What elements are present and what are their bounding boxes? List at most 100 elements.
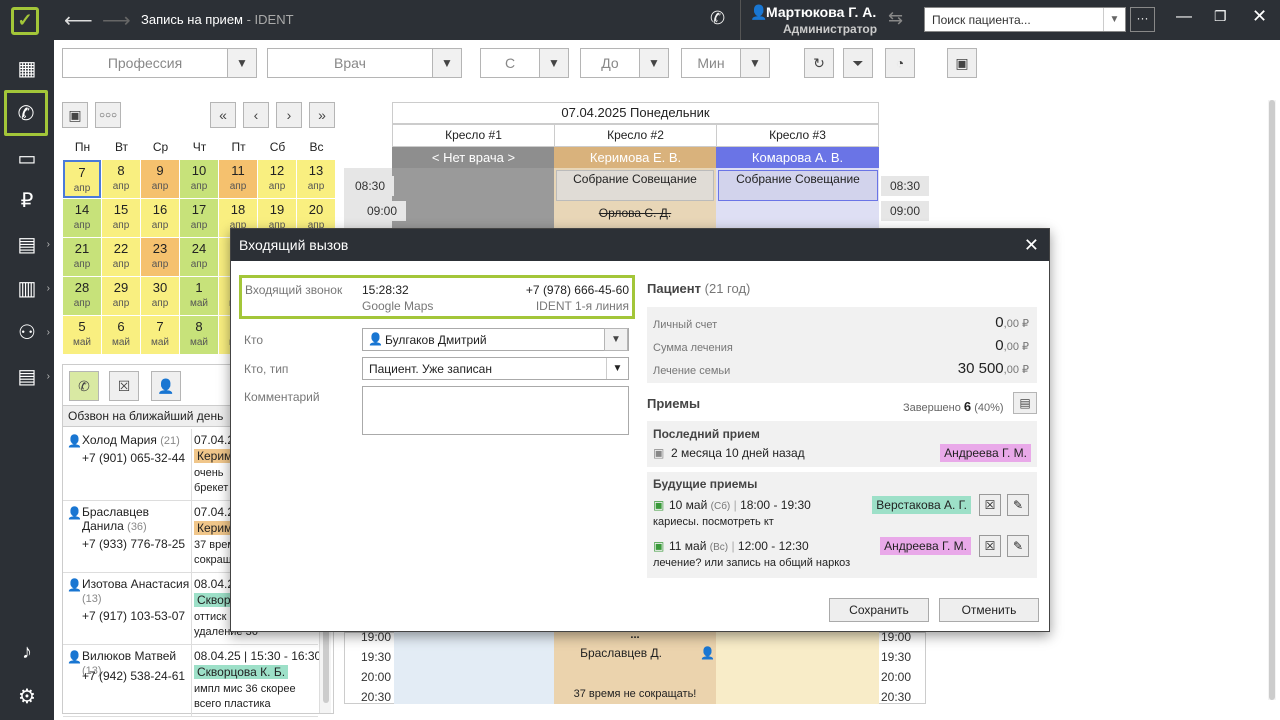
calendar-day[interactable]: 5 май: [63, 316, 101, 354]
appointment-braslavtsev[interactable]: Браславцев Д.: [556, 646, 686, 660]
cancel-visit-icon[interactable]: ☒: [979, 494, 1001, 516]
meeting-block[interactable]: Собрание Совещание: [556, 170, 714, 201]
time-label: 19:30: [360, 650, 392, 664]
list-item[interactable]: 👤 Вилюков Матвей (13) +7 (942) 538-24-61 08…: [63, 645, 321, 717]
phone-icon[interactable]: ✆: [710, 8, 725, 29]
future-visit[interactable]: ▣ 11 май (Вс) | 12:00 - 12:30 Андреева Г. …: [647, 535, 1037, 575]
incoming-call-icon[interactable]: ✆: [4, 90, 48, 136]
prev-week-icon[interactable]: ‹: [243, 102, 269, 128]
calendar-day[interactable]: 14 апр: [63, 199, 101, 237]
time-label: 20:00: [881, 670, 912, 684]
edit-visit-icon[interactable]: ✎: [1007, 494, 1029, 516]
next-week-icon[interactable]: ›: [276, 102, 302, 128]
future-visit[interactable]: ▣ 10 май (Сб) | 18:00 - 19:30 Верстакова А…: [647, 494, 1037, 534]
calendar-day[interactable]: 21 апр: [63, 238, 101, 276]
visit-date: 08.04.2: [194, 577, 235, 591]
patients-icon[interactable]: ⚇ ›: [0, 310, 54, 354]
ruble-icon[interactable]: ₽: [0, 178, 54, 222]
forward-icon[interactable]: ⟶: [102, 8, 131, 33]
calendar-day[interactable]: 7 май: [141, 316, 179, 354]
schedule-icon[interactable]: ▦: [0, 46, 54, 90]
logout-icon[interactable]: ⇆: [888, 8, 903, 29]
from-filter[interactable]: С: [480, 48, 540, 78]
calendar-day[interactable]: 8 апр: [102, 160, 140, 198]
calendar-day[interactable]: 13 апр: [297, 160, 335, 198]
meeting-block[interactable]: Собрание Совещание: [718, 170, 878, 201]
chevron-down-icon[interactable]: ▼: [740, 48, 770, 78]
chair-doctor[interactable]: Комарова А. В.: [716, 147, 879, 168]
chevron-down-icon[interactable]: ▼: [432, 48, 462, 78]
type-select[interactable]: Пациент. Уже записан ▼: [362, 357, 629, 380]
documents-icon[interactable]: ▤ ›: [0, 354, 54, 398]
print-schedule-icon[interactable]: ▣: [947, 48, 977, 78]
patient-search[interactable]: Поиск пациента... ▼: [924, 7, 1126, 32]
more-button[interactable]: ···: [1130, 7, 1155, 32]
doctor-filter[interactable]: Врач: [267, 48, 433, 78]
appointment-orlova[interactable]: Орлова С. Д.: [556, 203, 714, 223]
person-icon: 👤: [700, 646, 715, 660]
chevron-down-icon[interactable]: ▼: [539, 48, 569, 78]
calendar-day[interactable]: 1 май: [180, 277, 218, 315]
patient-name: Холод Мария (21): [82, 433, 180, 447]
user-role: Администратор: [783, 22, 878, 36]
close-icon[interactable]: ✕: [1024, 229, 1039, 261]
profession-filter[interactable]: Профессия: [62, 48, 228, 78]
user-search-icon[interactable]: 👤: [151, 371, 181, 401]
calendar-day[interactable]: 17 апр: [180, 199, 218, 237]
patient-card-icon[interactable]: ▤: [1013, 392, 1037, 414]
calendar-day[interactable]: 11 апр: [219, 160, 257, 198]
calendar-day[interactable]: 24 апр: [180, 238, 218, 276]
calendar-day[interactable]: 16 апр: [141, 199, 179, 237]
chat-icon[interactable]: ▭: [0, 136, 54, 180]
more-icon[interactable]: ○○○: [95, 102, 121, 128]
chevron-down-icon[interactable]: ▼: [604, 328, 628, 351]
bell-icon[interactable]: ♪: [0, 630, 54, 674]
last-visit-when: 2 месяца 10 дней назад: [671, 446, 805, 460]
refresh-icon[interactable]: ↻: [804, 48, 834, 78]
today-icon[interactable]: ▣: [62, 102, 88, 128]
calendar-day[interactable]: 8 май: [180, 316, 218, 354]
chair-doctor[interactable]: Керимова Е. В.: [554, 147, 717, 168]
cancel-visit-icon[interactable]: ☒: [979, 535, 1001, 557]
clear-filter-icon[interactable]: ⏷: [843, 48, 873, 78]
chair-doctor[interactable]: < Нет врача >: [392, 147, 555, 168]
prev-month-icon[interactable]: «: [210, 102, 236, 128]
weekday-header: Вт: [102, 136, 141, 158]
scrollbar[interactable]: [1268, 100, 1276, 700]
cancelled-icon[interactable]: ☒: [109, 371, 139, 401]
calendar-icon: ▣: [653, 539, 665, 553]
calendar-day[interactable]: 30 апр: [141, 277, 179, 315]
call-list-icon[interactable]: ✆: [69, 371, 99, 401]
chevron-down-icon[interactable]: ▼: [606, 358, 628, 379]
calendar-list-icon[interactable]: ▤ ›: [0, 222, 54, 266]
calendar-day[interactable]: 29 апр: [102, 277, 140, 315]
calendar-day[interactable]: 10 апр: [180, 160, 218, 198]
to-filter[interactable]: До: [580, 48, 640, 78]
calendar-day[interactable]: 23 апр: [141, 238, 179, 276]
gear-icon[interactable]: ⚙: [0, 674, 54, 718]
calendar-day[interactable]: 6 май: [102, 316, 140, 354]
calendar-day[interactable]: 15 апр: [102, 199, 140, 237]
calendar-day[interactable]: 9 апр: [141, 160, 179, 198]
cancel-button[interactable]: Отменить: [939, 598, 1039, 622]
maximize-button[interactable]: ❐: [1214, 8, 1227, 25]
back-icon[interactable]: ⟵: [64, 8, 93, 33]
calendar-day[interactable]: 22 апр: [102, 238, 140, 276]
next-month-icon[interactable]: »: [309, 102, 335, 128]
close-button[interactable]: ✕: [1252, 6, 1267, 27]
edit-visit-icon[interactable]: ✎: [1007, 535, 1029, 557]
calendar-day[interactable]: 12 апр: [258, 160, 296, 198]
calendar-day[interactable]: 28 апр: [63, 277, 101, 315]
chevron-down-icon[interactable]: ▼: [227, 48, 257, 78]
chevron-down-icon[interactable]: ▼: [1103, 8, 1125, 31]
save-button[interactable]: Сохранить: [829, 598, 929, 622]
visit-date: 07.04.2: [194, 433, 235, 447]
min-filter[interactable]: Мин: [681, 48, 741, 78]
chevron-down-icon[interactable]: ▼: [639, 48, 669, 78]
report-icon[interactable]: ▥ ›: [0, 266, 54, 310]
comment-field[interactable]: [362, 386, 629, 435]
calendar-day[interactable]: 7 апр: [63, 160, 101, 198]
minimize-button[interactable]: —: [1176, 8, 1192, 26]
who-field[interactable]: 👤 Булгаков Дмитрий ✕: [362, 328, 629, 351]
timer-icon[interactable]: ◔: [885, 48, 915, 78]
